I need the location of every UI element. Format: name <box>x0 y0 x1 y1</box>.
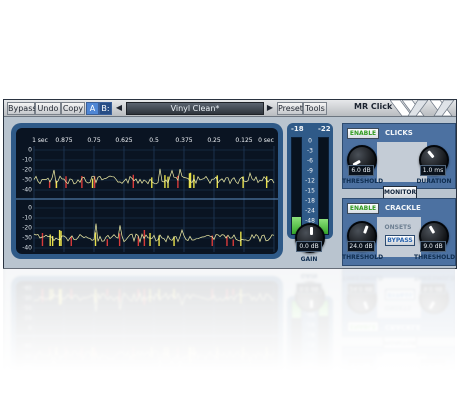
meter-scale-label: -3 <box>307 147 313 155</box>
meter-scale-label: -24 <box>305 207 315 215</box>
output-meter: -18 -22 0-3-6-9-12-15-18-24-48-96 <box>287 123 333 239</box>
crackle-threshold-readout: 24.0 dB <box>347 241 375 252</box>
waveform-display-frame: 1 sec 0.875 0.75 0.625 0.5 0.375 0.25 0.125 0 se… <box>11 123 283 259</box>
crackle-threshold2-label: THRESHOLD <box>414 254 456 261</box>
crackle-threshold-label: THRESHOLD <box>342 254 384 261</box>
clicks-enable-button[interactable]: ENABLE <box>347 128 379 139</box>
time-label: 0.125 <box>235 137 253 144</box>
ab-b-button[interactable]: B: <box>99 102 112 115</box>
meter-scale-label: -6 <box>307 157 313 165</box>
left-meter-bar <box>291 137 302 235</box>
time-label: 0.375 <box>175 137 193 144</box>
time-label: 0.25 <box>207 137 221 144</box>
db-scale-label: 0 <box>28 204 32 212</box>
clicks-duration-readout: 1.0 ms <box>420 165 446 176</box>
tools-button[interactable]: Tools <box>303 102 327 115</box>
next-preset-icon[interactable]: ▶ <box>265 102 275 113</box>
time-label: 1 sec <box>32 137 48 144</box>
brand-logo-icon <box>390 100 455 116</box>
right-meter-bar <box>318 137 329 235</box>
db-scale-label: 0 <box>28 146 32 154</box>
clicks-title: CLICKS <box>385 129 413 137</box>
plugin-name: MR Click <box>354 102 393 111</box>
time-label: 0.5 <box>149 137 159 144</box>
left-peak-readout: -18 <box>291 125 304 133</box>
crackle-threshold-pointer <box>363 225 369 234</box>
reflection-fade <box>3 268 455 416</box>
db-scale-label: -10 <box>22 214 32 222</box>
crackle-title: CRACKLE <box>385 204 421 212</box>
gain-knob-pointer <box>310 227 313 235</box>
onsets-label: ONSETS <box>384 224 412 231</box>
right-peak-readout: -22 <box>318 125 331 133</box>
clicks-duration-label: DURATION <box>416 178 452 185</box>
gain-readout: 0.0 dB <box>296 241 322 252</box>
db-scale-label: -10 <box>22 156 32 164</box>
preset-button[interactable]: Preset <box>277 102 303 115</box>
clicks-threshold-readout: 6.0 dB <box>348 165 374 176</box>
meter-scale-label: -12 <box>305 177 315 185</box>
onsets-bypass-button[interactable]: BYPASS <box>385 235 415 246</box>
prev-preset-icon[interactable]: ◀ <box>114 102 124 113</box>
crackle-enable-button[interactable]: ENABLE <box>347 203 379 214</box>
meter-scale-label: 0 <box>308 137 312 145</box>
meter-scale-label: -18 <box>305 197 315 205</box>
undo-button[interactable]: Undo <box>35 102 61 115</box>
time-label: 0 sec <box>258 137 274 144</box>
meter-scale-label: -15 <box>305 187 315 195</box>
plugin-window: Bypass Undo Copy A B: ◀ Vinyl Clean* ▶ P… <box>3 99 457 269</box>
db-scale-label: -40 <box>22 244 32 252</box>
time-label: 0.75 <box>87 137 101 144</box>
copy-button[interactable]: Copy <box>61 102 85 115</box>
crackle-threshold2-pointer <box>428 225 436 234</box>
preset-name-field[interactable]: Vinyl Clean* <box>126 102 264 115</box>
db-scale-label: -20 <box>22 224 32 232</box>
db-scale-label: -30 <box>22 234 32 242</box>
bypass-button[interactable]: Bypass <box>7 102 37 115</box>
time-label: 0.625 <box>115 137 133 144</box>
ab-a-button[interactable]: A <box>86 102 99 115</box>
toolbar: Bypass Undo Copy A B: ◀ Vinyl Clean* ▶ P… <box>4 100 456 117</box>
db-scale-label: -30 <box>22 176 32 184</box>
reflection: Bypass Undo Copy A B: ◀ Vinyl Clean* ▶ P… <box>3 268 455 416</box>
crackle-threshold2-readout: 9.0 dB <box>420 241 446 252</box>
waveform-display: 1 sec 0.875 0.75 0.625 0.5 0.375 0.25 0.125 0 se… <box>16 128 278 254</box>
clicks-duration-pointer <box>427 150 435 159</box>
meter-scale-label: -9 <box>307 167 313 175</box>
gain-label: GAIN <box>300 256 318 263</box>
clicks-threshold-label: THRESHOLD <box>342 178 384 185</box>
db-scale-label: -40 <box>22 186 32 194</box>
db-scale-label: -20 <box>22 166 32 174</box>
time-label: 0.875 <box>55 137 73 144</box>
waveform-plot <box>16 146 278 252</box>
